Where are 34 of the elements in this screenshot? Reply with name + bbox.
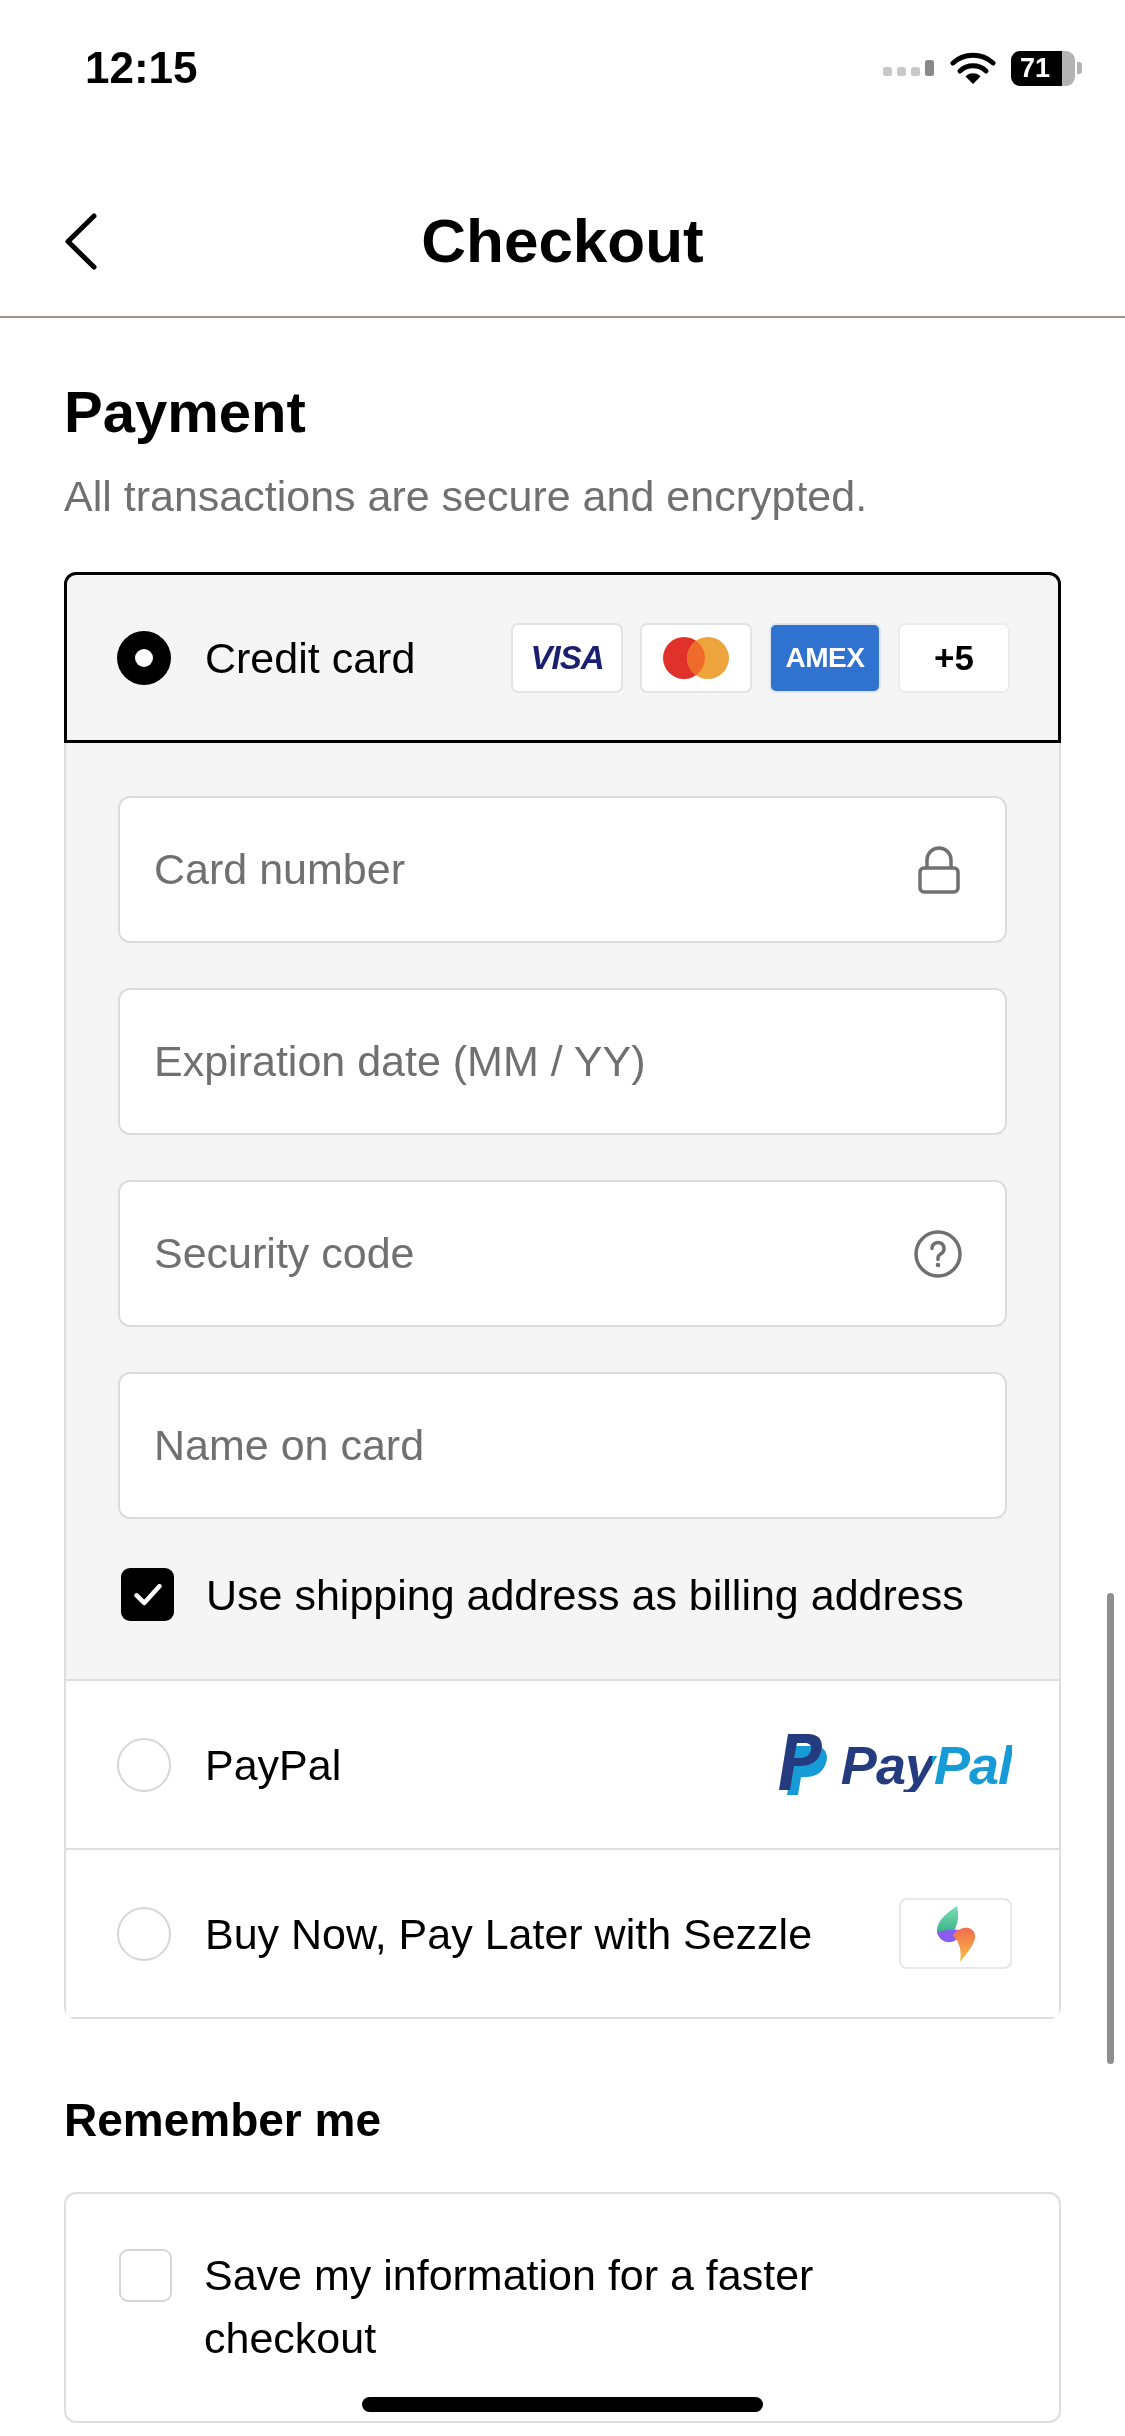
checkbox[interactable]: [121, 1568, 174, 1621]
card-number-field[interactable]: Card number: [118, 796, 1007, 943]
section-heading: Payment: [64, 379, 307, 445]
checkbox-label[interactable]: Use shipping address as billing address: [206, 1568, 964, 1621]
cellular-signal-icon: [883, 60, 935, 76]
section-subtitle: All transactions are secure and encrypted.: [64, 472, 869, 520]
checkbox[interactable]: [119, 2249, 172, 2302]
radio-button[interactable]: [117, 630, 171, 685]
page-title: Checkout: [421, 206, 704, 276]
expiration-date-field[interactable]: Expiration date (MM / YY): [118, 988, 1007, 1135]
payment-method-label: PayPal: [205, 1739, 342, 1791]
amex-logo: AMEX: [769, 622, 881, 693]
back-button[interactable]: [64, 212, 98, 270]
lock-icon: [918, 845, 960, 894]
section-heading: Remember me: [64, 2093, 383, 2148]
more-brands-count[interactable]: +5: [898, 622, 1010, 693]
radio-button[interactable]: [117, 1737, 171, 1792]
security-code-field[interactable]: Security code: [118, 1180, 1007, 1327]
wifi-icon: [950, 51, 996, 85]
radio-button[interactable]: [117, 1906, 171, 1961]
battery-indicator: 71: [1011, 50, 1082, 86]
chevron-left-icon: [64, 212, 98, 270]
overlapping-circles-icon: [640, 622, 752, 693]
payment-method-label: Buy Now, Pay Later with Sezzle: [205, 1908, 813, 1960]
payment-method-label: Credit card: [205, 632, 416, 684]
visa-logo: VISA: [511, 622, 623, 693]
payment-option[interactable]: Credit card VISA AMEX +5: [64, 572, 1061, 743]
sezzle-logo-icon: [899, 1898, 1012, 1969]
help-icon[interactable]: [914, 1229, 962, 1278]
checkbox-label[interactable]: Save my information for a faster checkout: [204, 2244, 904, 2370]
checkmark-icon: [133, 1583, 162, 1606]
payment-option[interactable]: Buy Now, Pay Later with Sezzle: [66, 1848, 1059, 2017]
name-on-card-field[interactable]: Name on card: [118, 1372, 1007, 1519]
status-time: 12:15: [85, 46, 198, 90]
